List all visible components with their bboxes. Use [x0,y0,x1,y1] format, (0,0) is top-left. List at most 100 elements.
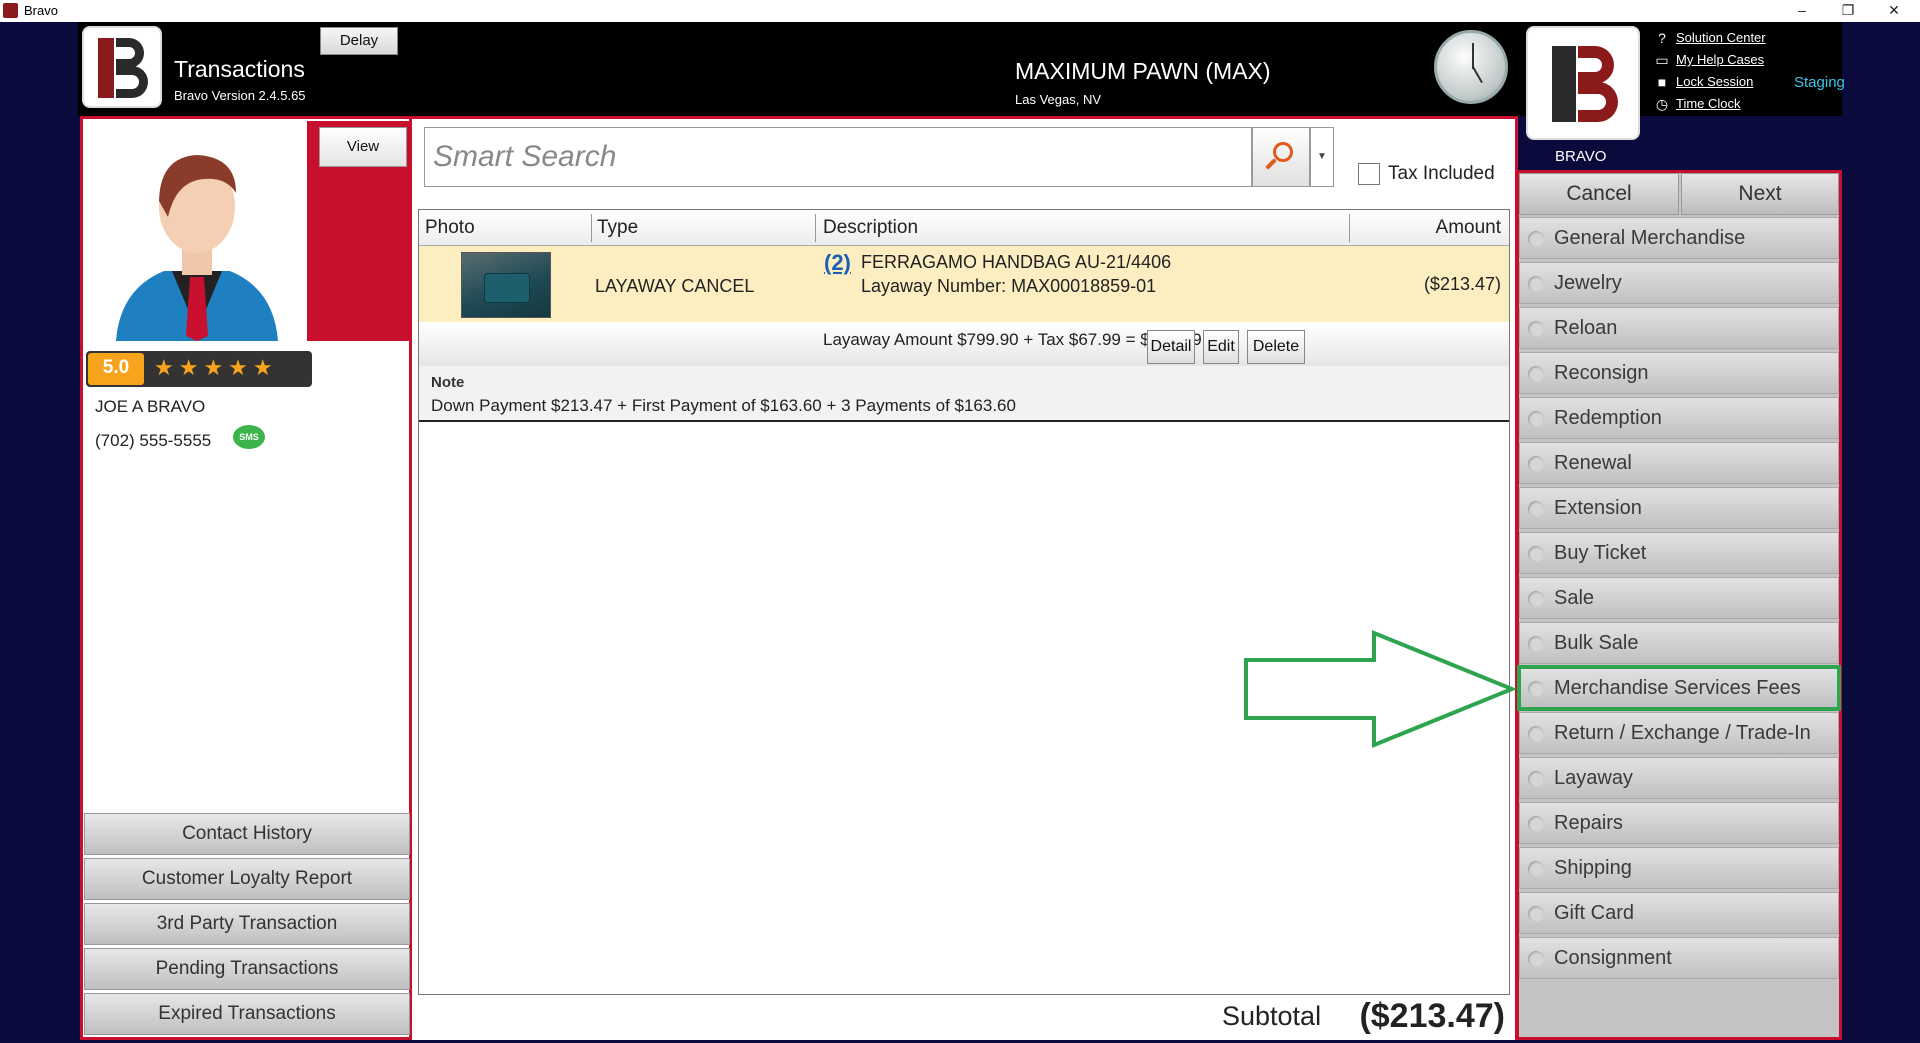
edit-button[interactable]: Edit [1203,330,1239,364]
type-general-merchandise[interactable]: General Merchandise [1519,217,1839,259]
annotation-arrow-icon [1244,630,1516,748]
search-dropdown-button[interactable]: ▼ [1310,127,1334,187]
type-consignment[interactable]: Consignment [1519,937,1839,979]
type-label: Return / Exchange / Trade-In [1554,722,1811,744]
type-reconsign[interactable]: Reconsign [1519,352,1839,394]
minimize-button[interactable]: – [1780,0,1824,22]
type-return-exchange-trade-in[interactable]: Return / Exchange / Trade-In [1519,712,1839,754]
type-extension[interactable]: Extension [1519,487,1839,529]
item-quantity-link[interactable]: (2) [824,250,851,276]
type-layaway[interactable]: Layaway [1519,757,1839,799]
radio-icon [1528,546,1544,562]
bravo-logo [82,26,162,108]
type-repairs[interactable]: Repairs [1519,802,1839,844]
note-text: Down Payment $213.47 + First Payment of … [431,396,1016,415]
radio-icon [1528,726,1544,742]
type-label: Gift Card [1554,902,1635,924]
customer-loyalty-report-button[interactable]: Customer Loyalty Report [84,858,410,900]
lock-session-link[interactable]: ■ Lock Session [1652,72,1766,94]
type-label: Sale [1554,587,1595,609]
lock-session-label: Lock Session [1676,74,1754,89]
customer-actions-menu: Contact History Customer Loyalty Report … [84,813,410,1038]
detail-button[interactable]: Detail [1147,330,1195,364]
transaction-types-panel: Cancel Next General Merchandise Jewelry … [1516,170,1842,1040]
search-icon-handle [1265,158,1277,170]
handbag-image [484,273,530,303]
next-button[interactable]: Next [1681,173,1839,215]
type-renewal[interactable]: Renewal [1519,442,1839,484]
type-label: Reloan [1554,317,1618,339]
type-label: Shipping [1554,857,1632,879]
transactions-table: Photo Type Description Amount LAYAWAY CA… [418,209,1510,995]
radio-icon [1528,951,1544,967]
type-label: Jewelry [1554,272,1622,294]
rating-stars: ★★★★★ [154,355,278,380]
app-title: Transactions [174,56,305,82]
radio-icon [1528,411,1544,427]
sms-icon[interactable]: SMS [233,425,265,449]
type-shipping[interactable]: Shipping [1519,847,1839,889]
type-label: Extension [1554,497,1642,519]
type-redemption[interactable]: Redemption [1519,397,1839,439]
type-jewelry[interactable]: Jewelry [1519,262,1839,304]
type-sale[interactable]: Sale [1519,577,1839,619]
clock-icon: ◷ [1655,96,1669,112]
type-reloan[interactable]: Reloan [1519,307,1839,349]
note-label: Note [431,374,465,391]
rating-score: 5.0 [88,353,144,385]
column-description[interactable]: Description [823,210,918,246]
type-label: Consignment [1554,947,1672,969]
row-description: FERRAGAMO HANDBAG AU-21/4406 [861,252,1172,272]
cancel-button[interactable]: Cancel [1519,173,1679,215]
my-help-cases-link[interactable]: ▭ My Help Cases [1652,50,1766,72]
folder-icon: ▭ [1655,52,1669,68]
type-label: Repairs [1554,812,1623,834]
row-details: Layaway Amount $799.90 + Tax $67.99 = $8… [419,322,1509,366]
smart-search-input[interactable]: Smart Search [424,127,1252,187]
lock-icon: ■ [1657,74,1667,90]
type-label: Redemption [1554,407,1662,429]
radio-icon [1528,771,1544,787]
radio-icon [1528,366,1544,382]
table-row[interactable]: LAYAWAY CANCEL (2) FERRAGAMO HANDBAG AU-… [419,246,1509,322]
type-buy-ticket[interactable]: Buy Ticket [1519,532,1839,574]
logged-in-user: BRAVO [1555,148,1607,165]
solution-center-link[interactable]: ? Solution Center [1652,28,1766,50]
window-title-bar: Bravo – ❐ ✕ [0,0,1920,22]
store-location: Las Vegas, NV [1015,92,1101,107]
customer-avatar [86,121,308,341]
item-photo[interactable] [461,252,551,318]
type-bulk-sale[interactable]: Bulk Sale [1519,622,1839,664]
bravo-app-icon [3,3,18,18]
column-photo[interactable]: Photo [425,210,475,246]
third-party-transaction-button[interactable]: 3rd Party Transaction [84,903,410,945]
time-clock-link[interactable]: ◷ Time Clock [1652,94,1766,116]
radio-icon [1528,501,1544,517]
customer-name: JOE A BRAVO [95,397,206,416]
customer-panel: View 5.0 ★★★★★ JOE A BRAVO (702) 555-555… [80,116,412,1040]
search-button[interactable] [1252,127,1310,187]
close-window-button[interactable]: ✕ [1872,0,1916,22]
time-clock-label: Time Clock [1676,96,1741,111]
bravo-user-logo [1526,26,1640,140]
customer-phone: (702) 555-5555 [95,431,212,450]
row-note: Note Down Payment $213.47 + First Paymen… [419,366,1509,422]
column-amount[interactable]: Amount [1436,210,1501,246]
contact-history-button[interactable]: Contact History [84,813,410,855]
transactions-panel: Smart Search ▼ Tax Included Photo Type D… [412,116,1518,1040]
delete-button[interactable]: Delete [1247,330,1305,364]
radio-icon [1528,231,1544,247]
type-merchandise-services-fees[interactable]: Merchandise Services Fees [1517,665,1841,711]
delay-button[interactable]: Delay [320,27,398,55]
radio-icon [1528,816,1544,832]
radio-icon [1528,276,1544,292]
tax-included-checkbox[interactable] [1358,163,1380,185]
search-icon [1273,142,1293,162]
column-type[interactable]: Type [597,210,638,246]
view-customer-button[interactable]: View [319,127,407,167]
expired-transactions-button[interactable]: Expired Transactions [84,993,410,1035]
radio-icon [1528,906,1544,922]
pending-transactions-button[interactable]: Pending Transactions [84,948,410,990]
type-gift-card[interactable]: Gift Card [1519,892,1839,934]
restore-button[interactable]: ❐ [1826,0,1870,22]
